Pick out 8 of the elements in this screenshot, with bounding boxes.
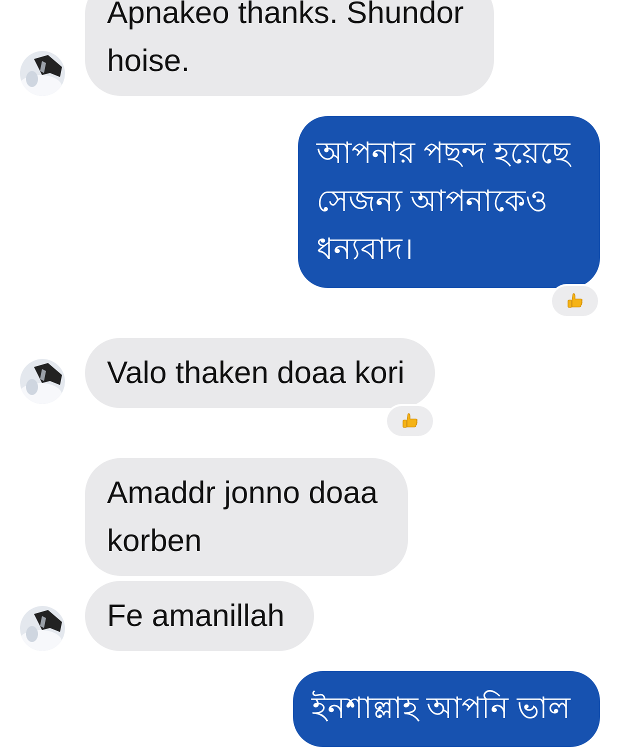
- thumbs-up-icon: [400, 412, 419, 430]
- thumbs-up-icon: [566, 292, 584, 310]
- message-text: Amaddr jonno doaa korben: [107, 474, 378, 560]
- message-text: Fe amanillah: [107, 597, 284, 635]
- message-text: ইনশাল্লাহ আপনি ভাল: [311, 689, 570, 727]
- message-text: আপনার পছন্দ হয়েছে সেজন্য আপনাকেও ধন্যবাদ।: [316, 136, 570, 268]
- message-text: Valo thaken doaa kori: [107, 354, 405, 392]
- message-text: Apnakeo thanks. Shundor hoise.: [107, 0, 464, 80]
